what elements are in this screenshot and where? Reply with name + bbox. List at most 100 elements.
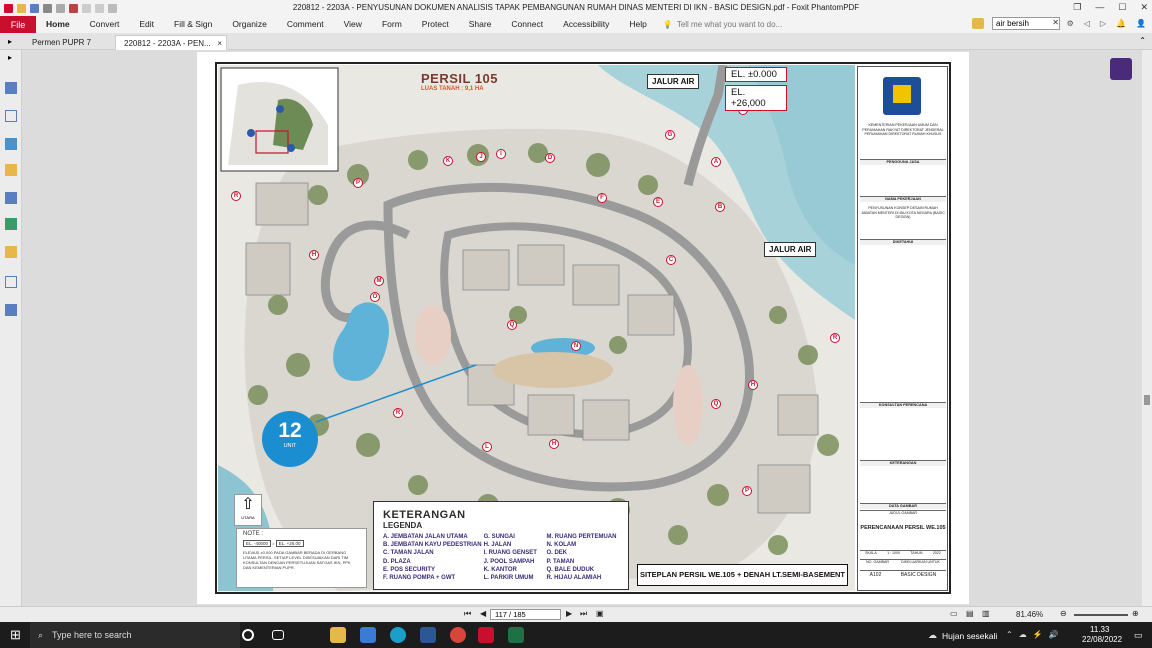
note-box: NOTE : EL. -40000 = EL. +26.00 ELEVASI ±… [236,528,367,588]
attachments-icon[interactable] [5,192,17,204]
content-icon[interactable] [5,276,17,288]
security-icon[interactable] [5,246,17,258]
zoom-in-icon[interactable]: ⊕ [1132,609,1139,618]
layers-icon[interactable] [5,138,17,150]
undo-icon[interactable] [82,3,91,13]
tab-permen-pupr[interactable]: Permen PUPR 7 Tahu... [24,35,114,62]
menu-protect[interactable]: Protect [412,16,459,33]
map-pin-r: R [231,191,241,201]
hand-tool-icon[interactable] [108,3,117,13]
clock-time[interactable]: 11.33 [1090,625,1109,634]
tab-nav-icon[interactable]: ▸ [8,37,12,46]
menu-organize[interactable]: Organize [222,16,277,33]
collapse-ribbon-icon[interactable]: ⌃ [1139,36,1146,45]
menu-convert[interactable]: Convert [80,16,130,33]
settings-icon[interactable]: ⚙ [1067,19,1074,28]
cortana-icon[interactable] [242,629,254,641]
prev-page-icon[interactable]: ◀ [480,609,486,618]
chrome-icon[interactable] [450,627,466,643]
redo-icon[interactable] [95,3,104,13]
print-icon[interactable] [43,3,52,13]
menu-fill-sign[interactable]: Fill & Sign [164,16,222,33]
menu-connect[interactable]: Connect [501,16,553,33]
view-mode-icon[interactable]: ▣ [596,609,604,618]
ribbon-tabs: Home Convert Edit Fill & Sign Organize Commen… [36,16,657,33]
notifications-icon[interactable]: ▭ [1134,630,1143,641]
maximize-icon[interactable]: ☐ [1118,2,1126,13]
tb-code: A102 [869,572,882,578]
new-icon[interactable] [56,3,65,13]
close-icon[interactable]: ✕ [1140,2,1148,13]
store-icon[interactable] [360,627,376,643]
quick-access-toolbar [0,3,117,13]
title-bar: 220812 - 2203A - PENYUSUNAN DOKUMEN ANAL… [0,0,1152,16]
tags-icon[interactable] [5,304,17,316]
tab-current-document[interactable]: 220812 - 2203A - PEN... × [115,35,227,50]
notification-icon[interactable]: 🔔 [1116,19,1126,28]
menu-view[interactable]: View [334,16,372,33]
open-icon[interactable] [17,3,26,13]
bookmark-icon[interactable] [5,82,17,94]
weather-text[interactable]: Hujan sesekali [942,631,997,641]
scrollbar-thumb[interactable] [1144,395,1150,405]
restore-down-icon[interactable]: ❐ [1073,2,1081,13]
find-icon[interactable] [972,18,984,29]
vertical-scrollbar[interactable] [1142,50,1152,606]
comments-icon[interactable] [5,164,17,176]
weather-icon[interactable]: ☁ [928,630,937,641]
windows-start-icon[interactable]: ⊞ [10,628,21,641]
save-icon[interactable] [30,3,39,13]
page-layout-icon[interactable]: ▭ [950,609,958,618]
clock-date[interactable]: 22/08/2022 [1082,635,1122,644]
menu-comment[interactable]: Comment [277,16,334,33]
excel-icon[interactable] [508,627,524,643]
tb-pengguna-jasa: PENGGUNA JASA [860,159,946,165]
menu-home[interactable]: Home [36,16,80,33]
minimize-icon[interactable]: — [1095,2,1104,13]
close-tab-icon[interactable]: × [217,36,222,51]
menu-accessibility[interactable]: Accessibility [553,16,619,33]
comment-marker-icon[interactable] [1110,58,1132,80]
tray-icons[interactable]: ⌃☁⚡🔊 [1006,630,1065,639]
signature-icon[interactable] [5,218,17,230]
email-icon[interactable] [69,3,78,13]
file-menu[interactable]: File [0,16,36,33]
clear-search-icon[interactable]: ✕ [1052,18,1059,27]
menu-share[interactable]: Share [459,16,502,33]
next-result-icon[interactable]: ▷ [1100,19,1106,28]
expand-panel-icon[interactable]: ▸ [8,53,12,62]
zoom-value[interactable]: 81.46% [1016,610,1043,619]
menu-form[interactable]: Form [372,16,412,33]
zoom-slider[interactable] [1074,614,1128,616]
zoom-out-icon[interactable]: ⊖ [1060,609,1067,618]
menu-edit[interactable]: Edit [129,16,164,33]
tell-me[interactable]: 💡 Tell me what you want to do... [663,20,782,29]
map-pin-q: Q [507,320,517,330]
last-page-icon[interactable]: ⏭ [580,609,587,619]
menu-help[interactable]: Help [619,16,656,33]
task-view-icon[interactable] [272,630,284,640]
search-input[interactable]: air bersih [992,17,1060,30]
page-thumbnails-icon[interactable] [5,110,17,122]
map-pin-r3: R [830,333,840,343]
taskbar-search[interactable]: Type here to search [30,622,240,648]
note-text: ELEVASI ±0.000 PADA GAMBAR BERADA DI GER… [243,550,351,570]
elevation-bottom: EL. +26,000 [725,85,787,111]
edge-icon[interactable] [390,627,406,643]
word-icon[interactable] [420,627,436,643]
first-page-icon[interactable]: ⏮ [464,609,471,619]
file-explorer-icon[interactable] [330,627,346,643]
tb-skala-row: SKALA 1 : 1000 TAHUN 2022 [860,550,946,556]
map-pin-p2: P [742,486,752,496]
legend-box: KETERANGAN LEGENDA A. JEMBATAN JALAN UTA… [373,501,629,590]
account-icon[interactable]: 👤 [1136,19,1146,28]
continuous-icon[interactable]: ▤ [966,609,974,618]
next-page-icon[interactable]: ▶ [566,609,572,618]
legend-item: F. RUANG POMPA + GWT [383,575,456,582]
prev-result-icon[interactable]: ◁ [1084,19,1090,28]
map-pin-q2: Q [711,399,721,409]
page-number-input[interactable]: 117 / 185 [490,609,561,620]
legend-item: L. PARKIR UMUM [483,575,534,582]
facing-icon[interactable]: ▥ [982,609,990,618]
foxit-icon[interactable] [478,627,494,643]
